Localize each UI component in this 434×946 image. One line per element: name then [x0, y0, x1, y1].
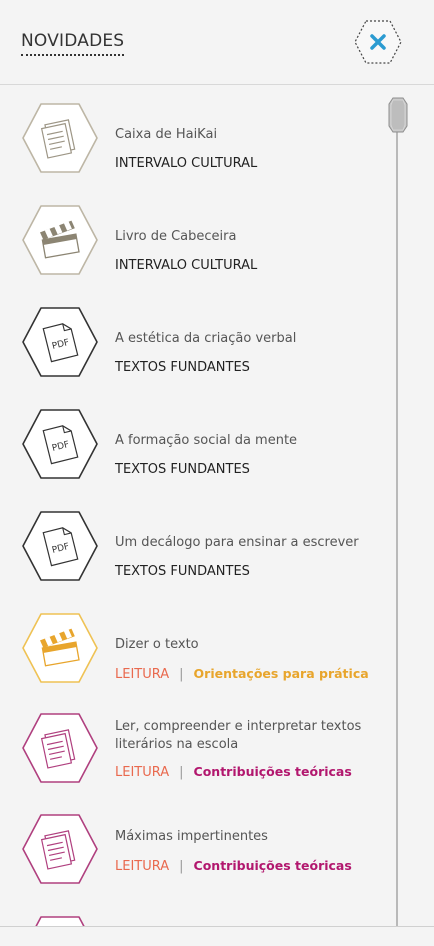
- clapperboard-icon: [22, 613, 98, 683]
- item-title: Livro de Cabeceira: [115, 229, 237, 244]
- hex-badge: [21, 612, 99, 684]
- separator: |: [179, 765, 184, 780]
- list-item[interactable]: Dizer o texto LEITURA | Orientações para p…: [0, 607, 380, 697]
- panel-header: NOVIDADES: [0, 0, 434, 85]
- category-label: LEITURA: [115, 859, 170, 874]
- list-item[interactable]: Ler, compreender e interpretar textos li…: [0, 709, 380, 817]
- item-category: INTERVALO CULTURAL: [115, 258, 258, 273]
- category-label: LEITURA: [115, 765, 170, 780]
- clapperboard-icon: [22, 205, 98, 275]
- hex-badge: [21, 813, 99, 885]
- item-title: Máximas impertinentes: [115, 829, 268, 844]
- item-title: Dizer o texto: [115, 637, 199, 652]
- item-title: Um decálogo para ensinar a escrever: [115, 535, 359, 550]
- separator: |: [179, 859, 184, 874]
- close-icon: [354, 20, 402, 64]
- close-button[interactable]: [353, 18, 403, 66]
- hex-badge: PDF: [21, 510, 99, 582]
- category-label: LEITURA: [115, 667, 170, 682]
- item-category: TEXTOS FUNDANTES: [115, 564, 250, 579]
- hex-badge: [21, 712, 99, 784]
- scrollbar-thumb[interactable]: [388, 97, 408, 133]
- list-item[interactable]: Livro de Cabeceira INTERVALO CULTURAL: [0, 199, 380, 289]
- item-title: Caixa de HaiKai: [115, 127, 218, 142]
- list-item[interactable]: Caixa de HaiKai INTERVALO CULTURAL: [0, 97, 380, 187]
- scrollbar-track[interactable]: [396, 104, 398, 926]
- subcategory-label: Contribuições teóricas: [193, 858, 352, 873]
- news-list[interactable]: Caixa de HaiKai INTERVALO CULTURAL Livro…: [0, 85, 434, 926]
- separator: |: [179, 667, 184, 682]
- hex-badge: [21, 102, 99, 174]
- item-title: Ler, compreender e interpretar textos li…: [115, 719, 362, 752]
- hex-scroll-handle-icon: [388, 97, 408, 133]
- list-item[interactable]: PDF A estética da criação verbal TEXTOS …: [0, 301, 380, 391]
- hex-partial-icon: [35, 916, 85, 926]
- item-category: LEITURA | Contribuições teóricas: [115, 764, 352, 780]
- item-title: A estética da criação verbal: [115, 331, 297, 346]
- panel-title: NOVIDADES: [21, 31, 125, 56]
- hex-badge: PDF: [21, 408, 99, 480]
- list-item[interactable]: PDF A formação social da mente TEXTOS FU…: [0, 403, 380, 493]
- subcategory-label: Orientações para prática: [193, 666, 369, 681]
- item-category: INTERVALO CULTURAL: [115, 156, 258, 171]
- pdf-icon: PDF: [22, 307, 98, 377]
- item-category: LEITURA | Contribuições teóricas: [115, 858, 352, 874]
- list-item[interactable]: Máximas impertinentes LEITURA | Contribuiç…: [0, 813, 380, 903]
- pdf-icon: PDF: [22, 409, 98, 479]
- list-item[interactable]: [0, 915, 380, 926]
- document-icon: [22, 713, 98, 783]
- hex-badge: [21, 915, 99, 926]
- divider: [0, 926, 434, 927]
- document-icon: [22, 103, 98, 173]
- hex-badge: [21, 204, 99, 276]
- item-title: A formação social da mente: [115, 433, 298, 448]
- item-category: LEITURA | Orientações para prática: [115, 666, 369, 682]
- document-icon: [22, 814, 98, 884]
- item-category: TEXTOS FUNDANTES: [115, 360, 250, 375]
- pdf-icon: PDF: [22, 511, 98, 581]
- hex-badge: PDF: [21, 306, 99, 378]
- item-category: TEXTOS FUNDANTES: [115, 462, 250, 477]
- list-item[interactable]: PDF Um decálogo para ensinar a escrever …: [0, 505, 380, 595]
- subcategory-label: Contribuições teóricas: [193, 764, 352, 779]
